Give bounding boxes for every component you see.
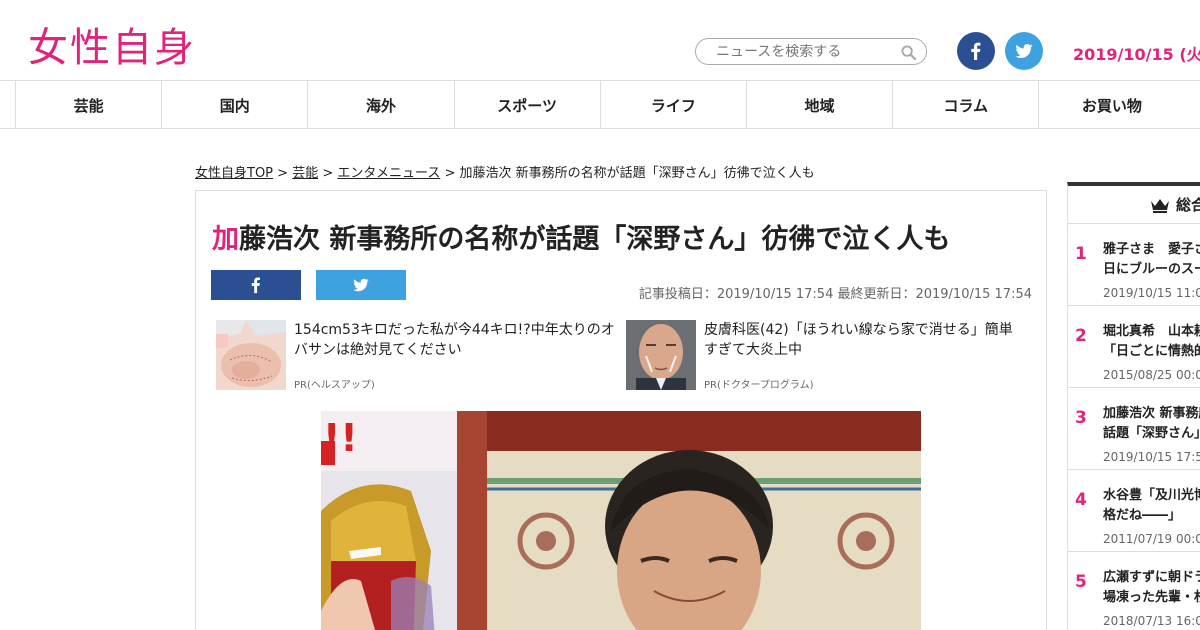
ranking-item[interactable]: 5 広瀬すずに朝ドラ 場凍った先輩・杉 2018/07/13 16:00	[1068, 552, 1200, 630]
crown-icon	[1151, 198, 1169, 213]
nav-item-overseas[interactable]: 海外	[307, 81, 453, 129]
search-input[interactable]	[716, 43, 891, 60]
main-nav: 芸能 国内 海外 スポーツ ライフ 地域 コラム お買い物	[0, 81, 1200, 129]
breadcrumb: 女性自身TOP > 芸能 > エンタメニュース > 加藤浩次 新事務所の名称が話…	[195, 162, 815, 181]
nav-item-shopping[interactable]: お買い物	[1038, 81, 1184, 129]
article-title: 加藤浩次 新事務所の名称が話題「深野さん」彷彿で泣く人も	[212, 217, 950, 256]
ranking-item[interactable]: 1 雅子さま 愛子さ 日にブルーのスー 2019/10/15 11:00	[1068, 224, 1200, 306]
site-logo-text[interactable]: 女性自身	[28, 15, 196, 73]
nav-item-life[interactable]: ライフ	[599, 81, 746, 129]
ranking-headline[interactable]: 水谷豊「及川光博 格だね――」	[1103, 486, 1200, 526]
ranking-number: 1	[1075, 244, 1087, 264]
current-date: 2019/10/15 (火)	[1073, 45, 1200, 64]
ranking-date: 2018/07/13 16:00	[1103, 614, 1200, 628]
ranking-item[interactable]: 2 堀北真希 山本耕 「日ごとに情熱的 2015/08/25 00:00	[1068, 306, 1200, 388]
search-box[interactable]	[695, 38, 927, 65]
article-dates: 記事投稿日：2019/10/15 17:54 最終更新日：2019/10/15 …	[638, 287, 1032, 302]
article-main-photo: !!	[321, 411, 921, 630]
ranking-headline[interactable]: 加藤浩次 新事務所話題「深野さん」	[1103, 404, 1200, 444]
twitter-share-button[interactable]	[316, 270, 406, 300]
breadcrumb-separator: >	[440, 166, 460, 181]
ranking-date: 2015/08/25 00:00	[1103, 368, 1200, 382]
ranking-sidebar: 総合 1 雅子さま 愛子さ 日にブルーのスー 2019/10/15 11:00 2…	[1067, 182, 1200, 630]
breadcrumb-separator: >	[273, 166, 293, 181]
ranking-number: 4	[1075, 490, 1087, 510]
pr-ad-thumbnail[interactable]	[626, 320, 696, 390]
ranking-item[interactable]: 4 水谷豊「及川光博 格だね――」 2011/07/19 00:00	[1068, 470, 1200, 552]
nav-item-column[interactable]: コラム	[892, 81, 1038, 129]
pr-ad-item[interactable]: 154cm53キロだった私が今44キロ!?中年太りのオバサンは絶対見てください …	[216, 320, 616, 391]
breadcrumb-current: 加藤浩次 新事務所の名称が話題「深野さん」彷彿で泣く人も	[459, 166, 815, 181]
pr-ad-sponsor: PR(ヘルスアップ)	[294, 380, 375, 391]
nav-item-entertainment[interactable]: 芸能	[15, 81, 161, 129]
pr-ad-headline[interactable]: 154cm53キロだった私が今44キロ!?中年太りのオバサンは絶対見てください	[294, 320, 616, 360]
pr-ad-thumbnail[interactable]	[216, 320, 286, 390]
facebook-icon	[251, 277, 260, 294]
ranking-number: 2	[1075, 326, 1087, 346]
search-icon[interactable]	[901, 45, 916, 60]
facebook-share-button[interactable]	[211, 270, 301, 300]
ranking-date: 2019/10/15 11:00	[1103, 286, 1200, 300]
facebook-follow-button[interactable]	[957, 32, 995, 70]
nav-item-region[interactable]: 地域	[745, 81, 892, 129]
ranking-headline[interactable]: 雅子さま 愛子さ 日にブルーのスー	[1103, 240, 1200, 280]
ranking-headline[interactable]: 堀北真希 山本耕 「日ごとに情熱的	[1103, 322, 1200, 362]
ranking-title: 総合	[1176, 196, 1200, 214]
site-logo[interactable]: 女性自身	[28, 16, 196, 72]
site-header: 女性自身 2019/10/15 (火)	[0, 0, 1200, 81]
pr-ad-headline[interactable]: 皮膚科医(42)「ほうれい線なら家で消せる」簡単すぎて大炎上中	[704, 320, 1026, 360]
breadcrumb-separator: >	[318, 166, 338, 181]
article-card: 加藤浩次 新事務所の名称が話題「深野さん」彷彿で泣く人も 記事投稿日：2019/…	[195, 190, 1047, 630]
breadcrumb-home[interactable]: 女性自身TOP	[195, 166, 273, 181]
ranking-number: 3	[1075, 408, 1087, 428]
article-title-accent: 加	[212, 224, 239, 255]
ranking-date: 2011/07/19 00:00	[1103, 532, 1200, 546]
pr-ad-item[interactable]: 皮膚科医(42)「ほうれい線なら家で消せる」簡単すぎて大炎上中 PR(ドクタープ…	[626, 320, 1026, 391]
ranking-headline[interactable]: 広瀬すずに朝ドラ 場凍った先輩・杉	[1103, 568, 1200, 608]
nav-item-domestic[interactable]: 国内	[161, 81, 307, 129]
facebook-icon	[971, 42, 981, 60]
breadcrumb-category[interactable]: 芸能	[292, 166, 318, 181]
twitter-icon	[1015, 44, 1033, 58]
ranking-number: 5	[1075, 572, 1087, 592]
article-title-text: 藤浩次 新事務所の名称が話題「深野さん」彷彿で泣く人も	[239, 224, 951, 255]
ranking-header: 総合	[1068, 186, 1200, 224]
twitter-icon	[353, 278, 369, 292]
nav-item-sports[interactable]: スポーツ	[453, 81, 600, 129]
pr-ad-sponsor: PR(ドクタープログラム)	[704, 380, 814, 391]
ranking-item[interactable]: 3 加藤浩次 新事務所話題「深野さん」 2019/10/15 17:54	[1068, 388, 1200, 470]
ranking-date: 2019/10/15 17:54	[1103, 450, 1200, 464]
twitter-follow-button[interactable]	[1005, 32, 1043, 70]
breadcrumb-subcategory[interactable]: エンタメニュース	[337, 166, 440, 181]
